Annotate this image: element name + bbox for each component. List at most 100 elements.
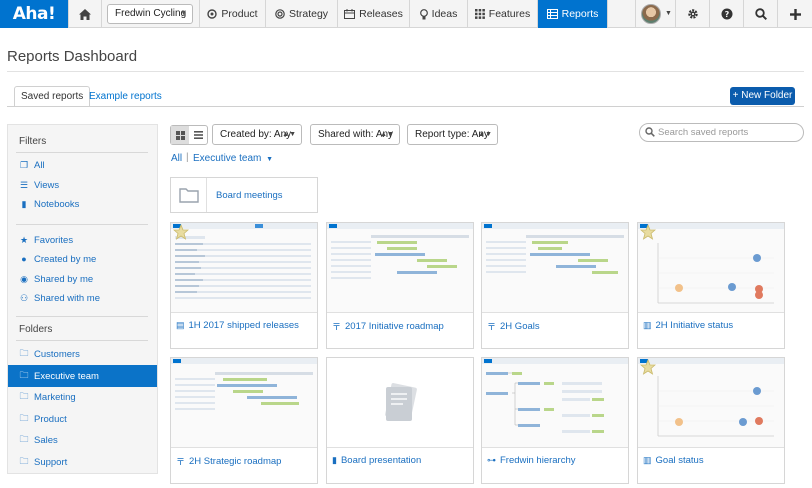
sidebar-item-favorites[interactable]: ★ Favorites [8,230,157,250]
sidebar-item-label: Views [34,179,60,191]
settings-button[interactable] [676,0,710,28]
list-view-button[interactable] [189,126,207,144]
search-icon [754,8,767,20]
sidebar-item-label: All [34,159,45,171]
nav-ideas[interactable]: Ideas [410,0,468,28]
favorite-star-icon[interactable] [173,224,189,240]
plus-icon [789,8,801,20]
report-card-1h-2017-shipped-releases[interactable]: ▤ 1H 2017 shipped releases [170,222,318,349]
report-name: 2H Initiative status [655,320,734,331]
shared-with-select[interactable]: Shared with: Any ▲▼ [310,124,400,145]
report-card-label: ▥ Goal status [643,455,704,466]
sidebar-item-label: Shared by me [34,273,94,285]
page-title: Reports Dashboard [7,48,138,65]
caret-icon: ▲▼ [282,131,296,138]
sidebar-item-views[interactable]: ☰ Views [8,175,157,195]
folder-card-board-meetings[interactable]: Board meetings [170,177,318,213]
sidebar-item-customers[interactable]: 🗀 Customers [8,344,157,364]
favorite-star-icon[interactable] [640,359,656,375]
sidebar-item-product[interactable]: 🗀 Product [8,409,157,429]
sidebar-item-all[interactable]: ❐ All [8,155,157,175]
nav-features-label: Features [488,8,531,20]
users-icon: ⚇ [19,292,29,303]
report-thumbnail [482,358,628,448]
sidebar-item-label: Customers [34,348,80,360]
book-icon: ▮ [21,198,27,209]
chart-icon: ▥ [643,320,652,330]
report-name: 2017 Initiative roadmap [345,321,444,332]
ideas-icon [419,8,428,19]
nav-product[interactable]: Product [199,0,266,28]
folder-icon: 🗀 [19,413,29,423]
sidebar-item-label: Favorites [34,234,74,246]
nav-reports[interactable]: Reports [538,0,608,28]
sidebar-item-label: Marketing [34,391,76,403]
nav-strategy-label: Strategy [288,8,329,20]
report-card-2017-initiative-roadmap[interactable]: 〒 2017 Initiative roadmap [326,222,474,349]
report-card-board-presentation[interactable]: ▮ Board presentation [326,357,474,484]
report-name: Board presentation [340,455,422,466]
favorite-star-icon[interactable] [640,224,656,240]
grid-icon [175,130,185,140]
aha-logo[interactable]: Aha! [0,0,68,28]
sidebar-item-sales[interactable]: 🗀 Sales [8,430,157,450]
chart-icon: ▥ [643,455,652,465]
sidebar-item-shared-with-me[interactable]: ⚇ Shared with me [8,288,157,308]
report-thumbnail [171,358,317,448]
features-icon [474,9,485,19]
report-card-2h-goals[interactable]: 〒 2H Goals [481,222,629,349]
help-icon: ? [721,8,732,20]
report-card-label: ⊶ Fredwin hierarchy [487,455,576,466]
help-button[interactable]: ? [710,0,744,28]
search-saved-reports-input[interactable]: Search saved reports [639,123,804,142]
svg-text:?: ? [724,10,729,19]
sidebar-item-shared-by-me[interactable]: ◉ Shared by me [8,269,157,289]
tab-saved-reports[interactable]: Saved reports [14,86,91,107]
report-card-goal-status[interactable]: ▥ Goal status [637,357,785,484]
caret-down-icon: ▼ [180,10,187,17]
sidebar-item-marketing[interactable]: 🗀 Marketing [8,387,157,407]
caret-icon: ▲▼ [380,131,394,138]
tab-example-reports[interactable]: Example reports [82,86,169,107]
report-card-2h-initiative-status[interactable]: ▥ 2H Initiative status [637,222,785,349]
breadcrumb-current[interactable]: Executive team ▼ [193,153,273,164]
sidebar-item-created-by-me[interactable]: ● Created by me [8,249,157,269]
sidebar-item-label: Support [34,456,68,468]
folder-icon: 🗀 [19,456,29,466]
sidebar-item-executive-team[interactable]: 🗀 Executive team [8,365,157,387]
tab-divider [7,106,804,107]
list-icon [193,131,203,139]
nav-features[interactable]: Features [468,0,538,28]
avatar[interactable] [641,4,661,24]
report-card-2h-strategic-roadmap[interactable]: 〒 2H Strategic roadmap [170,357,318,484]
workspace-select[interactable]: Fredwin Cycling ▼ [107,4,193,24]
home-button[interactable] [68,0,102,28]
search-placeholder: Search saved reports [658,127,749,138]
nav-strategy[interactable]: Strategy [266,0,338,28]
report-name: 2H Strategic roadmap [189,456,282,467]
copy-icon: ❐ [19,159,29,170]
star-icon: ★ [19,234,29,245]
grid-view-button[interactable] [171,126,189,144]
sidebar-item-label: Executive team [34,370,99,382]
search-button[interactable] [744,0,778,28]
breadcrumb-all[interactable]: All [171,153,182,164]
create-button[interactable] [778,0,812,28]
list-icon: ☰ [19,179,29,190]
folder-icon [171,178,207,212]
nav-ideas-label: Ideas [431,8,458,20]
report-thumbnail [327,358,473,448]
caret-down-icon: ▼ [665,10,672,17]
sidebar-item-support[interactable]: 🗀 Support [8,452,157,472]
report-name: 1H 2017 shipped releases [188,320,299,331]
nav-releases[interactable]: Releases [338,0,410,28]
sidebar-item-notebooks[interactable]: ▮ Notebooks [8,194,157,214]
strategy-icon [275,9,285,19]
report-type-select[interactable]: Report type: Any ▲▼ [407,124,498,145]
breadcrumb-current-label: Executive team [193,153,262,164]
report-card-fredwin-hierarchy[interactable]: ⊶ Fredwin hierarchy [481,357,629,484]
created-by-select[interactable]: Created by: Any ▲▼ [212,124,302,145]
folder-icon: 🗀 [19,434,29,444]
new-folder-button[interactable]: + New Folder [730,87,795,105]
report-card-label: ▮ Board presentation [332,455,421,466]
